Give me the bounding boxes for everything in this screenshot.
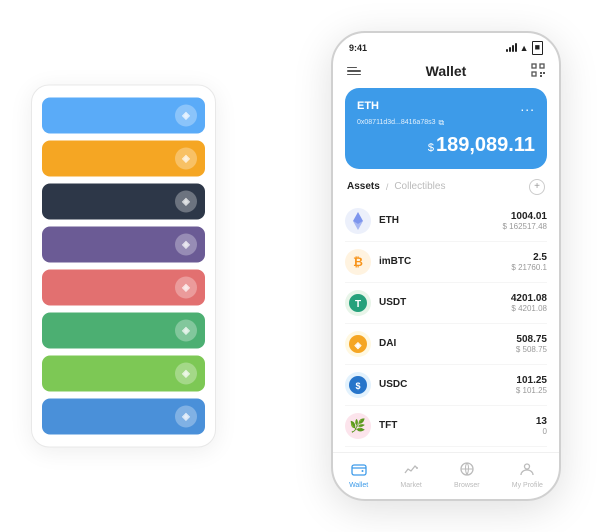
menu-line [347, 70, 361, 72]
asset-values: 13 0 [536, 416, 547, 436]
tabs-left: Assets / Collectibles [347, 181, 445, 192]
asset-name: USDC [379, 379, 516, 390]
asset-name: imBTC [379, 256, 511, 267]
assets-tabs: Assets / Collectibles + [333, 179, 559, 201]
list-item[interactable]: ◈ [42, 184, 205, 220]
list-item[interactable]: ◈ [42, 227, 205, 263]
wifi-icon: ▲ [520, 43, 529, 53]
wallet-token-label: ETH [357, 100, 379, 112]
tab-separator: / [386, 182, 389, 192]
asset-amount: 4201.08 [511, 293, 547, 304]
asset-values: 508.75 $ 508.75 [516, 334, 547, 354]
nav-item-browser[interactable]: Browser [454, 461, 480, 489]
asset-amount: 101.25 [516, 375, 547, 386]
phone-header: Wallet [333, 59, 559, 88]
market-nav-label: Market [400, 482, 421, 489]
wallet-card[interactable]: ETH ... 0x08711d3d...8416a78s3 ⧉ $189,08… [345, 88, 547, 169]
table-row[interactable]: T USDT 4201.08 $ 4201.08 [345, 283, 547, 324]
asset-values: 2.5 $ 21760.1 [511, 252, 547, 272]
card-icon: ◈ [175, 363, 197, 385]
dai-icon: ◈ [345, 331, 371, 357]
card-icon: ◈ [175, 191, 197, 213]
profile-nav-icon [519, 461, 535, 480]
asset-amount: 2.5 [511, 252, 547, 263]
asset-usd: $ 162517.48 [503, 222, 548, 231]
list-item[interactable]: ◈ [42, 399, 205, 435]
table-row[interactable]: ◈ DAI 508.75 $ 508.75 [345, 324, 547, 365]
tab-assets[interactable]: Assets [347, 181, 380, 192]
asset-list: ETH 1004.01 $ 162517.48 ₿ imBTC 2.5 $ 21… [333, 201, 559, 452]
wallet-nav-label: Wallet [349, 482, 368, 489]
card-icon: ◈ [175, 105, 197, 127]
wallet-amount: $189,089.11 [357, 134, 535, 157]
card-icon: ◈ [175, 148, 197, 170]
profile-nav-label: My Profile [512, 482, 543, 489]
bottom-nav: Wallet Market Browser [333, 452, 559, 499]
asset-name: DAI [379, 338, 516, 349]
list-item[interactable]: ◈ [42, 98, 205, 134]
asset-values: 101.25 $ 101.25 [516, 375, 547, 395]
wallet-address: 0x08711d3d...8416a78s3 ⧉ [357, 118, 535, 128]
svg-text:T: T [355, 299, 361, 310]
card-icon: ◈ [175, 406, 197, 428]
table-row[interactable]: $ USDC 101.25 $ 101.25 [345, 365, 547, 406]
market-nav-icon [403, 461, 419, 480]
asset-name: TFT [379, 420, 536, 431]
list-item[interactable]: ◈ [42, 356, 205, 392]
asset-values: 1004.01 $ 162517.48 [503, 211, 548, 231]
time-display: 9:41 [349, 43, 367, 53]
asset-usd: $ 21760.1 [511, 263, 547, 272]
imbtc-icon: ₿ [345, 249, 371, 275]
status-bar: 9:41 ▲ ■ [333, 33, 559, 59]
list-item[interactable]: ◈ [42, 141, 205, 177]
nav-item-market[interactable]: Market [400, 461, 421, 489]
svg-text:◈: ◈ [354, 340, 363, 350]
battery-icon: ■ [532, 41, 543, 55]
asset-values: 4201.08 $ 4201.08 [511, 293, 547, 313]
menu-line [347, 67, 357, 69]
nav-item-wallet[interactable]: Wallet [349, 461, 368, 489]
tft-icon: 🌿 [345, 413, 371, 439]
table-row[interactable]: ETH 1004.01 $ 162517.48 [345, 201, 547, 242]
svg-text:$: $ [355, 381, 360, 391]
asset-usd: 0 [536, 427, 547, 436]
add-asset-button[interactable]: + [529, 179, 545, 195]
list-item[interactable]: ◈ [42, 313, 205, 349]
eth-icon [345, 208, 371, 234]
list-item[interactable]: ◈ [42, 270, 205, 306]
phone-mockup: 9:41 ▲ ■ Wallet [331, 31, 561, 501]
wallet-nav-icon [351, 461, 367, 480]
scan-button[interactable] [531, 63, 545, 80]
asset-amount: 1004.01 [503, 211, 548, 222]
asset-usd: $ 101.25 [516, 386, 547, 395]
plus-icon: + [534, 181, 540, 192]
asset-amount: 13 [536, 416, 547, 427]
asset-amount: 508.75 [516, 334, 547, 345]
card-stack: ◈ ◈ ◈ ◈ ◈ ◈ ◈ ◈ [31, 85, 216, 448]
wallet-options-button[interactable]: ... [520, 98, 535, 114]
menu-button[interactable] [347, 67, 361, 76]
status-icons: ▲ ■ [506, 41, 543, 55]
asset-usd: $ 4201.08 [511, 304, 547, 313]
asset-name: ETH [379, 215, 503, 226]
card-icon: ◈ [175, 234, 197, 256]
page-title: Wallet [426, 63, 467, 79]
scene: ◈ ◈ ◈ ◈ ◈ ◈ ◈ ◈ 9:41 [21, 21, 581, 511]
wallet-card-top: ETH ... [357, 98, 535, 114]
usdt-icon: T [345, 290, 371, 316]
menu-line [347, 74, 361, 76]
asset-name: USDT [379, 297, 511, 308]
card-icon: ◈ [175, 277, 197, 299]
table-row[interactable]: 🌿 TFT 13 0 [345, 406, 547, 447]
browser-nav-icon [459, 461, 475, 480]
card-icon: ◈ [175, 320, 197, 342]
usdc-icon: $ [345, 372, 371, 398]
table-row[interactable]: ₿ imBTC 2.5 $ 21760.1 [345, 242, 547, 283]
signal-icon [506, 44, 517, 52]
asset-usd: $ 508.75 [516, 345, 547, 354]
nav-item-profile[interactable]: My Profile [512, 461, 543, 489]
browser-nav-label: Browser [454, 482, 480, 489]
tab-collectibles[interactable]: Collectibles [394, 181, 445, 192]
copy-icon[interactable]: ⧉ [439, 118, 445, 128]
